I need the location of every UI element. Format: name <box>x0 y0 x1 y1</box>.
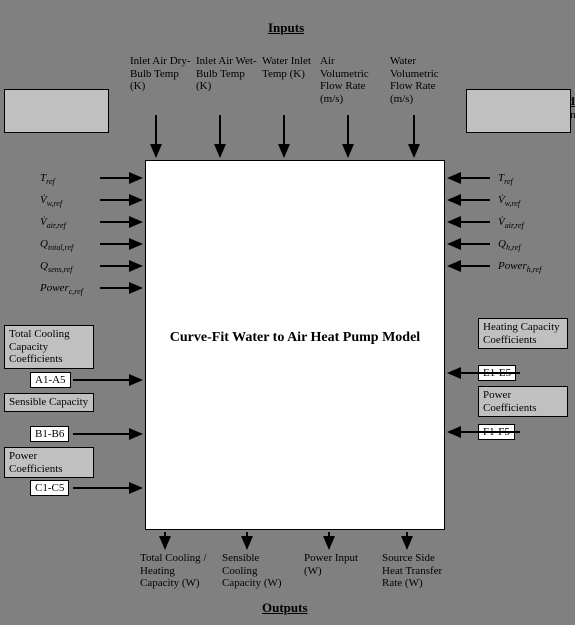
cooling-param-2: V̇air,ref <box>40 216 66 230</box>
cooling-param-1: V̇w,ref <box>40 194 62 208</box>
heating-tag-0: E1-E5 <box>478 365 516 381</box>
heating-param-2: V̇air,ref <box>498 216 524 230</box>
cooling-tag-0: A1-A5 <box>30 372 71 388</box>
cooling-tag-1: B1-B6 <box>30 426 69 442</box>
output-3: Source Side Heat Transfer Rate (W) <box>382 552 454 590</box>
cooling-tag-2: C1-C5 <box>30 480 69 496</box>
inputs-title: Inputs <box>268 20 304 36</box>
cooling-param-5: Powerc,ref <box>40 282 83 296</box>
top-input-1: Inlet Air Wet-Bulb Temp (K) <box>196 55 258 93</box>
output-2: Power Input (W) <box>304 552 376 577</box>
heating-box-0: Heating Capacity Coefficients <box>478 318 568 349</box>
top-input-2: Water Inlet Temp (K) <box>262 55 324 80</box>
cooling-param-0: Tref <box>40 172 55 186</box>
heating-box-1: Power Coefficients <box>478 386 568 417</box>
heating-param-0: Tref <box>498 172 513 186</box>
cooling-ref-box <box>4 89 109 133</box>
cooling-box-2: Power Coefficients <box>4 447 94 478</box>
cooling-param-4: Qsens,ref <box>40 260 72 274</box>
cooling-box-0: Total Cooling Capacity Coefficients <box>4 325 94 369</box>
top-input-0: Inlet Air Dry-Bulb Temp (K) <box>130 55 192 93</box>
top-input-3: Air Volumetric Flow Rate (m/s) <box>320 55 382 106</box>
cooling-box-1: Sensible Capacity <box>4 393 94 412</box>
output-0: Total Cooling / Heating Capacity (W) <box>140 552 212 590</box>
cooling-param-3: Qtotal,ref <box>40 238 73 252</box>
top-input-4: Water Volumetric Flow Rate (m/s) <box>390 55 452 106</box>
outputs-title: Outputs <box>262 600 308 616</box>
model-title: Curve-Fit Water to Air Heat Pump Model <box>145 330 445 347</box>
heating-param-3: Qh,ref <box>498 238 521 252</box>
heating-ref-box <box>466 89 571 133</box>
heating-param-1: V̇w,ref <box>498 194 520 208</box>
output-1: Sensible Cooling Capacity (W) <box>222 552 294 590</box>
heating-tag-1: F1-F5 <box>478 424 515 440</box>
heating-param-4: Powerh,ref <box>498 260 541 274</box>
